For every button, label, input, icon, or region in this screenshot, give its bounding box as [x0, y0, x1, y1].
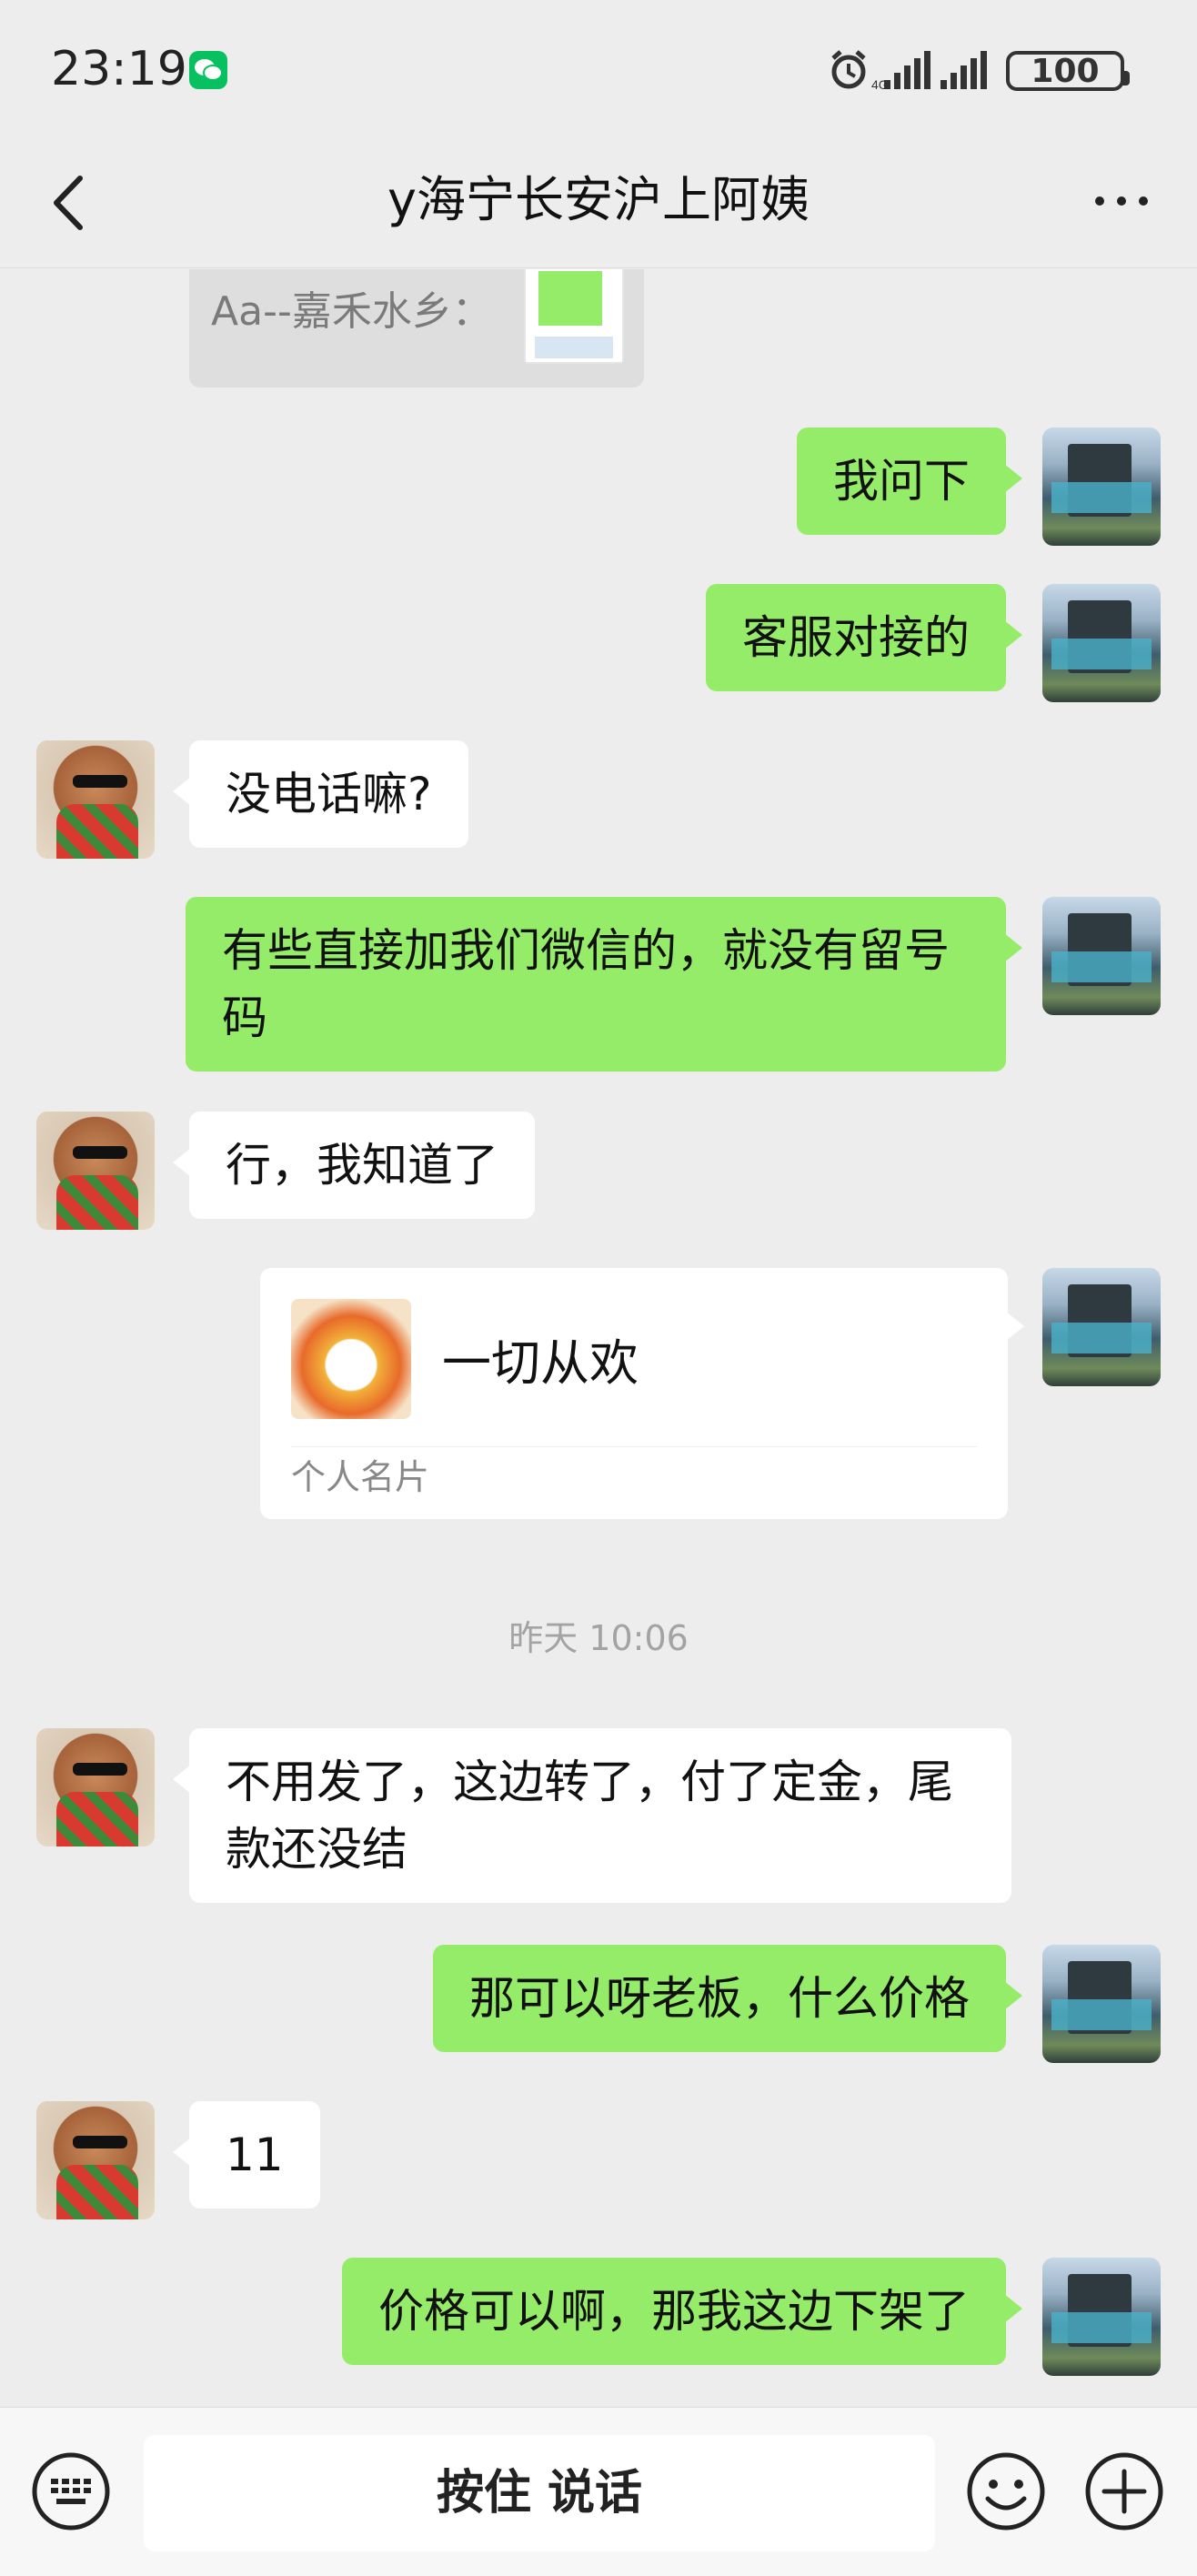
message-bubble[interactable]: 有些直接加我们微信的，就没有留号码: [186, 897, 1022, 1072]
message-bubble[interactable]: 不用发了，这边转了，付了定金，尾款还没结: [173, 1728, 1011, 1903]
contact-card[interactable]: 一切从欢 个人名片: [260, 1268, 1024, 1519]
avatar[interactable]: [1042, 584, 1161, 702]
avatar[interactable]: [36, 1728, 155, 1846]
avatar[interactable]: [36, 740, 155, 859]
quoted-image-thumbnail[interactable]: [524, 269, 624, 364]
svg-text:4G: 4G: [871, 77, 889, 91]
avatar[interactable]: [1042, 1268, 1161, 1386]
contact-name: 一切从欢: [442, 1334, 639, 1392]
input-bar: 按住 说话: [0, 2407, 1197, 2576]
keyboard-icon[interactable]: [29, 2450, 113, 2533]
quoted-text: Aa--嘉禾水乡：: [211, 288, 492, 335]
alarm-icon: [831, 50, 866, 89]
chat-header: y海宁长安沪上阿姨: [0, 136, 1197, 268]
message-timestamp: 昨天 10:06: [508, 1618, 689, 1658]
emoji-icon[interactable]: [964, 2450, 1048, 2533]
message-bubble[interactable]: 11: [173, 2101, 320, 2209]
status-bar: 23:19 4G 100: [0, 0, 1197, 136]
message-bubble[interactable]: 行，我知道了: [173, 1112, 535, 1219]
status-time: 23:19: [51, 42, 187, 96]
avatar[interactable]: [1042, 428, 1161, 546]
quoted-message[interactable]: Aa--嘉禾水乡：: [189, 269, 644, 387]
contact-card-label: 个人名片: [291, 1457, 430, 1497]
battery-icon: 100: [1006, 51, 1130, 91]
plus-icon[interactable]: [1082, 2450, 1166, 2533]
message-bubble[interactable]: 没电话嘛?: [173, 740, 468, 848]
message-bubble[interactable]: 那可以呀老板，什么价格: [433, 1945, 1022, 2052]
message-bubble[interactable]: 我问下: [797, 428, 1022, 535]
avatar[interactable]: [36, 2101, 155, 2219]
avatar[interactable]: [36, 1112, 155, 1230]
battery-level: 100: [1031, 53, 1100, 90]
avatar[interactable]: [1042, 897, 1161, 1015]
signal-icon: [940, 51, 987, 89]
chat-title: y海宁长安沪上阿姨: [387, 171, 810, 228]
hold-to-talk-button[interactable]: 按住 说话: [144, 2435, 935, 2551]
avatar[interactable]: [1042, 2258, 1161, 2376]
wechat-icon: [189, 51, 227, 89]
contact-avatar: [291, 1299, 411, 1419]
more-dots-icon[interactable]: [1086, 173, 1159, 227]
signal-icon: 4G: [871, 51, 930, 91]
message-bubble[interactable]: 价格可以啊，那我这边下架了: [342, 2258, 1022, 2365]
avatar[interactable]: [1042, 1945, 1161, 2063]
message-bubble[interactable]: 客服对接的: [706, 584, 1022, 691]
card-divider: [291, 1446, 977, 1447]
message-list[interactable]: Aa--嘉禾水乡： 我问下 客服对接的 没电话嘛? 有些直接加我们微信的，就没有…: [0, 269, 1197, 2407]
